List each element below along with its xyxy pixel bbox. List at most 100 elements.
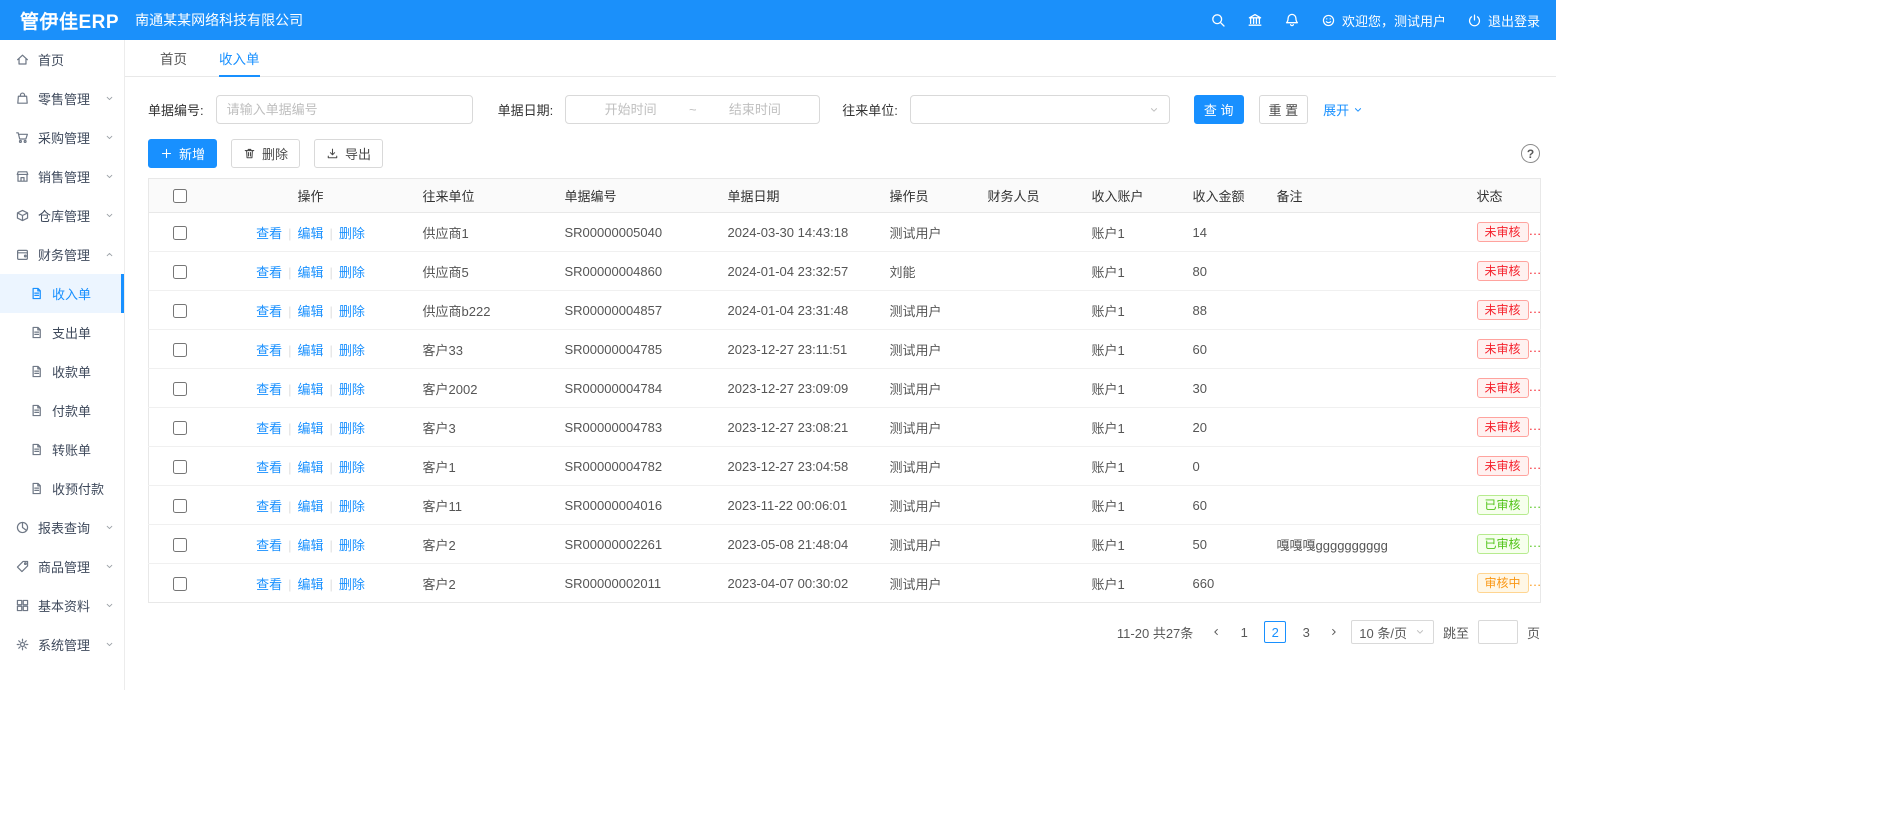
add-button[interactable]: 新增 — [148, 139, 217, 168]
sidebar-item-goods[interactable]: 商品管理 — [0, 547, 124, 586]
end-date-input[interactable] — [701, 102, 810, 117]
status-badge: 未审核 — [1477, 222, 1529, 242]
help-icon[interactable]: ? — [1521, 144, 1540, 163]
sidebar-item-expense-bill[interactable]: 支出单 — [0, 313, 124, 352]
delete-link[interactable]: 删除 — [339, 421, 365, 436]
edit-link[interactable]: 编辑 — [297, 382, 323, 397]
trash-icon — [243, 147, 256, 160]
delete-link[interactable]: 删除 — [339, 265, 365, 280]
delete-link[interactable]: 删除 — [339, 577, 365, 592]
delete-link[interactable]: 删除 — [339, 460, 365, 475]
logout-button[interactable]: 退出登录 — [1467, 11, 1540, 30]
page-button-2[interactable]: 2 — [1264, 621, 1286, 643]
sidebar-item-report[interactable]: 报表查询 — [0, 508, 124, 547]
document-icon — [29, 481, 44, 496]
jump-page-input[interactable] — [1478, 620, 1518, 644]
sidebar-item-label: 收预付款 — [52, 479, 115, 498]
view-link[interactable]: 查看 — [256, 460, 282, 475]
view-link[interactable]: 查看 — [256, 382, 282, 397]
column-header-income-account: 收入账户 — [1080, 179, 1181, 213]
sidebar-item-finance[interactable]: 财务管理 — [0, 235, 124, 274]
edit-link[interactable]: 编辑 — [297, 265, 323, 280]
delete-link[interactable]: 删除 — [339, 382, 365, 397]
view-link[interactable]: 查看 — [256, 304, 282, 319]
sidebar-item-prepaid-bill[interactable]: 收预付款 — [0, 469, 124, 508]
tab-home[interactable]: 首页 — [160, 40, 187, 77]
sidebar-item-home[interactable]: 首页 — [0, 40, 124, 79]
sidebar-item-transfer-bill[interactable]: 转账单 — [0, 430, 124, 469]
row-checkbox[interactable] — [173, 265, 187, 279]
view-link[interactable]: 查看 — [256, 577, 282, 592]
delete-link[interactable]: 删除 — [339, 226, 365, 241]
select-all-checkbox[interactable] — [173, 189, 187, 203]
bell-icon[interactable] — [1284, 12, 1300, 28]
view-link[interactable]: 查看 — [256, 538, 282, 553]
edit-link[interactable]: 编辑 — [297, 577, 323, 592]
prev-page-button[interactable] — [1208, 626, 1224, 638]
welcome-user[interactable]: 欢迎您，测试用户 — [1321, 11, 1446, 30]
expand-link[interactable]: 展开 — [1323, 100, 1364, 119]
sidebar-item-purchase[interactable]: 采购管理 — [0, 118, 124, 157]
delete-link[interactable]: 删除 — [339, 304, 365, 319]
counterparty-select[interactable] — [910, 95, 1170, 124]
cell-income-amount: 0 — [1181, 447, 1265, 486]
edit-link[interactable]: 编辑 — [297, 460, 323, 475]
sidebar-item-system[interactable]: 系统管理 — [0, 625, 124, 664]
bill-no-input[interactable] — [216, 95, 473, 124]
bill-date-label: 单据日期: — [498, 100, 554, 119]
delete-link[interactable]: 删除 — [339, 343, 365, 358]
search-icon[interactable] — [1210, 12, 1226, 28]
row-checkbox[interactable] — [173, 421, 187, 435]
edit-link[interactable]: 编辑 — [297, 343, 323, 358]
edit-link[interactable]: 编辑 — [297, 304, 323, 319]
tab-income-bill[interactable]: 收入单 — [219, 40, 260, 77]
cell-bill-date: 2024-03-30 14:43:18 — [716, 213, 878, 252]
edit-link[interactable]: 编辑 — [297, 538, 323, 553]
sidebar-item-retail[interactable]: 零售管理 — [0, 79, 124, 118]
edit-link[interactable]: 编辑 — [297, 421, 323, 436]
view-link[interactable]: 查看 — [256, 343, 282, 358]
next-page-button[interactable] — [1326, 626, 1342, 638]
page-button-3[interactable]: 3 — [1295, 621, 1317, 643]
view-link[interactable]: 查看 — [256, 265, 282, 280]
sidebar-item-basic[interactable]: 基本资料 — [0, 586, 124, 625]
bank-icon[interactable] — [1247, 12, 1263, 28]
sidebar-item-sales[interactable]: 销售管理 — [0, 157, 124, 196]
delete-link[interactable]: 删除 — [339, 499, 365, 514]
sidebar-item-warehouse[interactable]: 仓库管理 — [0, 196, 124, 235]
view-link[interactable]: 查看 — [256, 421, 282, 436]
row-checkbox[interactable] — [173, 499, 187, 513]
sidebar-item-income-bill[interactable]: 收入单 — [0, 274, 124, 313]
view-link[interactable]: 查看 — [256, 499, 282, 514]
page-size-select[interactable]: 10 条/页 — [1351, 620, 1434, 644]
view-link[interactable]: 查看 — [256, 226, 282, 241]
cell-income-account: 账户1 — [1080, 408, 1181, 447]
date-range-picker[interactable]: ~ — [565, 95, 820, 124]
row-checkbox[interactable] — [173, 460, 187, 474]
chevron-up-icon — [104, 249, 115, 260]
row-checkbox[interactable] — [173, 304, 187, 318]
edit-link[interactable]: 编辑 — [297, 499, 323, 514]
search-button[interactable]: 查 询 — [1194, 95, 1244, 124]
page-button-1[interactable]: 1 — [1233, 621, 1255, 643]
edit-link[interactable]: 编辑 — [297, 226, 323, 241]
row-checkbox[interactable] — [173, 343, 187, 357]
row-checkbox[interactable] — [173, 577, 187, 591]
cell-bill-number: SR00000004783 — [553, 408, 716, 447]
column-header-actions: 操作 — [211, 179, 411, 213]
table-row: 查看|编辑|删除 供应商1 SR00000005040 2024-03-30 1… — [149, 213, 1541, 252]
cell-finance-person — [976, 252, 1080, 291]
sidebar-item-label: 支出单 — [52, 323, 115, 342]
row-checkbox[interactable] — [173, 226, 187, 240]
sidebar-item-receipt-bill[interactable]: 收款单 — [0, 352, 124, 391]
document-icon — [29, 442, 44, 457]
row-checkbox[interactable] — [173, 382, 187, 396]
sidebar-item-payment-bill[interactable]: 付款单 — [0, 391, 124, 430]
row-checkbox[interactable] — [173, 538, 187, 552]
delete-link[interactable]: 删除 — [339, 538, 365, 553]
export-button[interactable]: 导出 — [314, 139, 383, 168]
delete-button[interactable]: 删除 — [231, 139, 300, 168]
start-date-input[interactable] — [576, 102, 685, 117]
reset-button[interactable]: 重 置 — [1259, 95, 1309, 124]
box-icon — [15, 208, 30, 223]
